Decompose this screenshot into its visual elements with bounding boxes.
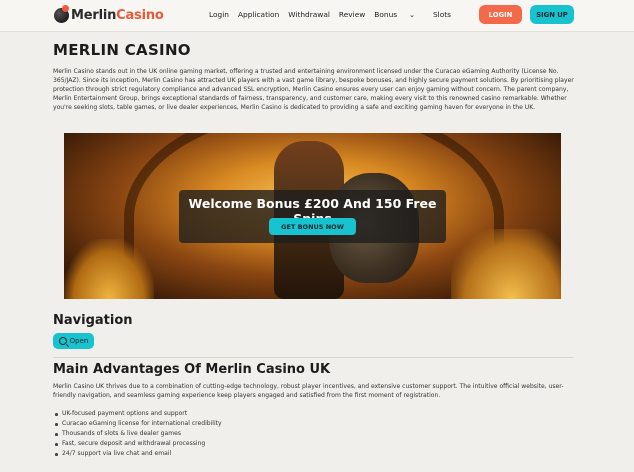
nav-login[interactable]: Login bbox=[209, 10, 229, 19]
nav-review[interactable]: Review bbox=[339, 10, 365, 19]
list-item: Fast, secure deposit and withdrawal proc… bbox=[53, 439, 222, 449]
signup-button[interactable]: SIGN UP bbox=[530, 5, 574, 24]
open-label: Open bbox=[69, 337, 89, 345]
banner-coins-right bbox=[451, 229, 561, 299]
advantages-paragraph: Merlin Casino UK thrives due to a combin… bbox=[53, 383, 564, 399]
open-navigation-button[interactable]: Open bbox=[53, 333, 94, 349]
advantages-heading: Main Advantages Of Merlin Casino UK bbox=[53, 362, 331, 377]
search-icon bbox=[58, 337, 67, 345]
site-header: MerlinCasino Login Application Withdrawa… bbox=[0, 0, 634, 32]
divider bbox=[53, 357, 573, 358]
nav-withdrawal[interactable]: Withdrawal bbox=[288, 10, 330, 19]
get-bonus-button[interactable]: GET BONUS NOW bbox=[269, 218, 356, 235]
site-logo[interactable]: MerlinCasino bbox=[54, 5, 164, 25]
intro-paragraph: Merlin Casino stands out in the UK onlin… bbox=[53, 68, 574, 111]
advantages-list: UK-focused payment options and support C… bbox=[53, 409, 222, 459]
logo-text: MerlinCasino bbox=[71, 8, 164, 23]
page-title: MERLIN CASINO bbox=[53, 41, 191, 59]
chevron-down-icon[interactable]: ⌄ bbox=[409, 11, 415, 19]
navigation-heading: Navigation bbox=[53, 313, 133, 328]
list-item: Curacao eGaming license for internationa… bbox=[53, 419, 222, 429]
logo-icon bbox=[54, 5, 69, 23]
main-nav: Login Application Withdrawal Review Bonu… bbox=[209, 10, 460, 19]
banner-coins-left bbox=[64, 239, 154, 299]
login-button[interactable]: LOGIN bbox=[479, 5, 522, 24]
list-item: Thousands of slots & live dealer games bbox=[53, 429, 222, 439]
nav-application[interactable]: Application bbox=[238, 10, 279, 19]
nav-slots[interactable]: Slots bbox=[433, 10, 451, 19]
nav-bonus[interactable]: Bonus ⌄ bbox=[374, 10, 424, 19]
nav-bonus-label: Bonus bbox=[374, 10, 398, 19]
list-item: UK-focused payment options and support bbox=[53, 409, 222, 419]
list-item: 24/7 support via live chat and email bbox=[53, 449, 222, 459]
